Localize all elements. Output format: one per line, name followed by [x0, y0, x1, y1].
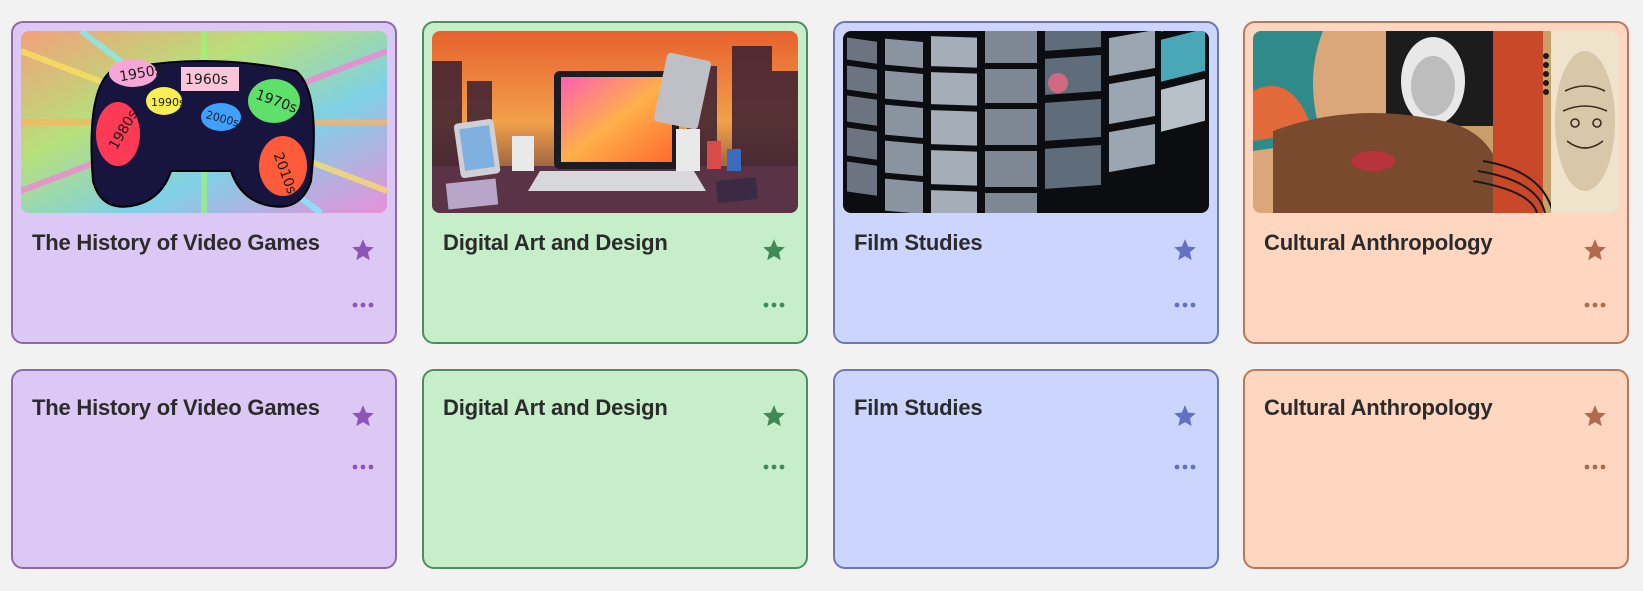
course-thumbnail-video-games: 1950s 1960s 1970s 1980s 1990s 2000s 2010…: [21, 31, 387, 213]
star-icon[interactable]: [761, 403, 787, 429]
star-icon[interactable]: [1172, 237, 1198, 263]
star-icon[interactable]: [1582, 403, 1608, 429]
more-horizontal-icon[interactable]: [763, 458, 785, 470]
star-icon[interactable]: [1172, 403, 1198, 429]
course-card-film-studies[interactable]: Film Studies: [833, 21, 1219, 344]
course-title[interactable]: Cultural Anthropology: [1264, 230, 1493, 256]
star-icon[interactable]: [350, 237, 376, 263]
course-card-film-studies-compact[interactable]: Film Studies: [833, 369, 1219, 569]
course-card-cultural-anthropology[interactable]: Cultural Anthropology: [1243, 21, 1629, 344]
course-thumbnail-film-studies: [843, 31, 1209, 213]
more-horizontal-icon[interactable]: [352, 458, 374, 470]
digital-art-desk-image: [432, 31, 798, 213]
faces-collage-image: [1253, 31, 1619, 213]
course-card-video-games-compact[interactable]: The History of Video Games: [11, 369, 397, 569]
course-title[interactable]: The History of Video Games: [32, 230, 320, 256]
course-title[interactable]: Film Studies: [854, 230, 983, 256]
course-thumbnail-cultural-anthropology: [1253, 31, 1619, 213]
video-games-collage-image: 1950s 1960s 1970s 1980s 1990s 2000s 2010…: [21, 31, 387, 213]
course-title[interactable]: Digital Art and Design: [443, 395, 668, 421]
course-card-digital-art[interactable]: Digital Art and Design: [422, 21, 808, 344]
course-card-video-games[interactable]: 1950s 1960s 1970s 1980s 1990s 2000s 2010…: [11, 21, 397, 344]
more-horizontal-icon[interactable]: [1584, 296, 1606, 308]
course-card-digital-art-compact[interactable]: Digital Art and Design: [422, 369, 808, 569]
more-horizontal-icon[interactable]: [1174, 458, 1196, 470]
decade-label: 1960s: [185, 72, 228, 88]
star-icon[interactable]: [350, 403, 376, 429]
course-title[interactable]: Film Studies: [854, 395, 983, 421]
film-screens-wall-image: [843, 31, 1209, 213]
course-thumbnail-digital-art: [432, 31, 798, 213]
more-horizontal-icon[interactable]: [1584, 458, 1606, 470]
course-title[interactable]: Cultural Anthropology: [1264, 395, 1493, 421]
course-grid: 1950s 1960s 1970s 1980s 1990s 2000s 2010…: [0, 0, 1643, 591]
course-title[interactable]: Digital Art and Design: [443, 230, 668, 256]
star-icon[interactable]: [1582, 237, 1608, 263]
more-horizontal-icon[interactable]: [1174, 296, 1196, 308]
course-title[interactable]: The History of Video Games: [32, 395, 320, 421]
more-horizontal-icon[interactable]: [352, 296, 374, 308]
decade-label: 1990s: [151, 96, 185, 109]
star-icon[interactable]: [761, 237, 787, 263]
course-card-cultural-anthropology-compact[interactable]: Cultural Anthropology: [1243, 369, 1629, 569]
more-horizontal-icon[interactable]: [763, 296, 785, 308]
